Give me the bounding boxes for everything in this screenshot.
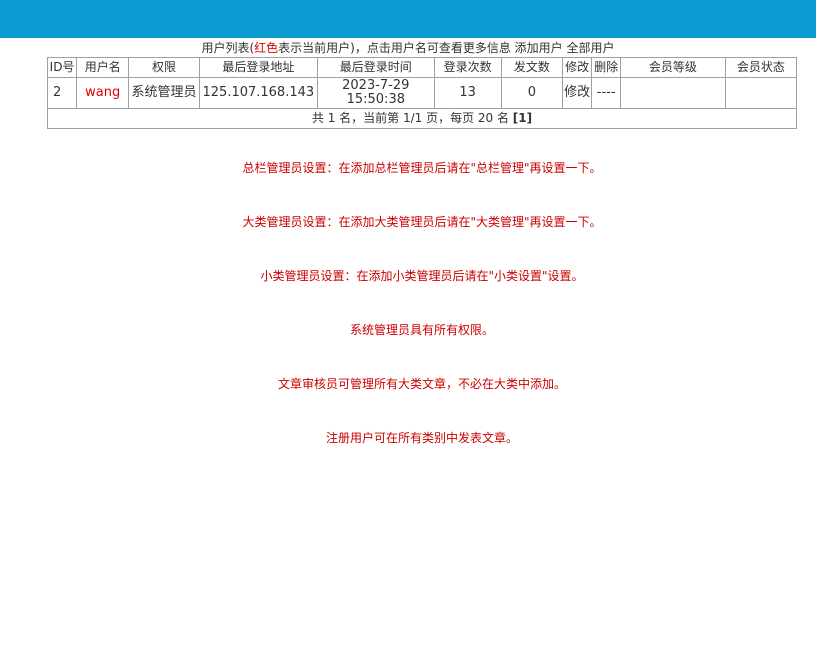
pager-page-link[interactable]: [1]	[513, 111, 532, 125]
pager-row: 共 1 名，当前第 1/1 页，每页 20 名 [1]	[47, 108, 797, 129]
cell-login-count: 13	[433, 77, 502, 109]
top-banner	[0, 0, 816, 38]
admin-notes: 总栏管理员设置：在添加总栏管理员后请在"总栏管理"再设置一下。 大类管理员设置：…	[47, 160, 797, 484]
cell-post-count: 0	[500, 77, 564, 109]
col-header-role: 权限	[128, 57, 200, 78]
cell-username: wang	[76, 77, 130, 109]
col-header-last-time: 最后登录时间	[317, 57, 435, 78]
note-article-reviewer: 文章审核员可管理所有大类文章，不必在大类中添加。	[277, 377, 566, 391]
edit-link[interactable]: 修改	[564, 85, 590, 100]
cell-id: 2	[46, 77, 78, 109]
cell-member-status	[724, 77, 798, 109]
note-general-admin: 总栏管理员设置：在添加总栏管理员后请在"总栏管理"再设置一下。	[242, 161, 602, 175]
cell-delete: ----	[591, 77, 622, 109]
col-header-last-ip: 最后登录地址	[198, 57, 319, 78]
user-list-caption: 用户列表(红色表示当前用户)，点击用户名可查看更多信息 添加用户 全部用户	[0, 40, 816, 56]
note-registered-user: 注册用户可在所有类别中发表文章。	[325, 431, 518, 445]
col-header-member-status: 会员状态	[724, 57, 798, 78]
all-users-link[interactable]: 全部用户	[567, 41, 615, 55]
caption-suffix: 表示当前用户)，点击用户名可查看更多信息	[278, 41, 511, 55]
username-link[interactable]: wang	[85, 85, 120, 100]
note-subcategory-admin: 小类管理员设置：在添加小类管理员后请在"小类设置"设置。	[260, 269, 584, 283]
cell-last-date: 2023-7-29	[342, 78, 410, 93]
cell-last-clock: 15:50:38	[346, 92, 405, 107]
note-category-admin: 大类管理员设置：在添加大类管理员后请在"大类管理"再设置一下。	[242, 215, 602, 229]
col-header-post-count: 发文数	[500, 57, 564, 78]
cell-last-time: 2023-7-29 15:50:38	[317, 77, 435, 109]
caption-prefix: 用户列表(	[201, 41, 255, 55]
cell-role: 系统管理员	[128, 77, 200, 109]
cell-edit: 修改	[562, 77, 593, 109]
col-header-id: ID号	[46, 57, 78, 78]
pager-text: 共 1 名，当前第 1/1 页，每页 20 名	[311, 111, 513, 125]
table-row: 2 wang 系统管理员 125.107.168.143 2023-7-29 15…	[46, 77, 798, 109]
pager-cell: 共 1 名，当前第 1/1 页，每页 20 名 [1]	[47, 108, 797, 129]
note-system-admin: 系统管理员具有所有权限。	[349, 323, 494, 337]
col-header-delete: 删除	[591, 57, 622, 78]
cell-last-ip: 125.107.168.143	[198, 77, 319, 109]
col-header-login-count: 登录次数	[433, 57, 502, 78]
user-table: ID号 用户名 权限 最后登录地址 最后登录时间 登录次数 发文数 修改 删除 …	[46, 57, 798, 129]
col-header-username: 用户名	[76, 57, 130, 78]
table-header-row: ID号 用户名 权限 最后登录地址 最后登录时间 登录次数 发文数 修改 删除 …	[46, 57, 798, 78]
caption-red-word: 红色	[254, 41, 279, 55]
col-header-edit: 修改	[562, 57, 593, 78]
col-header-member-level: 会员等级	[620, 57, 726, 78]
cell-member-level	[620, 77, 726, 109]
add-user-link[interactable]: 添加用户	[515, 41, 563, 55]
